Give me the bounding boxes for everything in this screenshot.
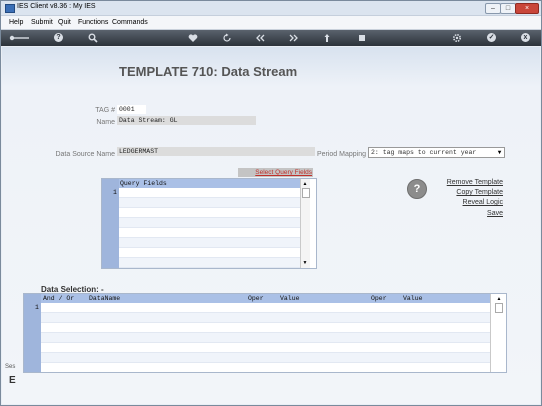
table-row[interactable] (119, 258, 300, 268)
rewind-icon[interactable] (255, 33, 265, 43)
query-scrollbar[interactable]: ▲ ▼ (300, 179, 310, 268)
settings-icon[interactable] (452, 33, 462, 43)
query-fields-grid: Query Fields 1 ▲ ▼ (101, 178, 317, 269)
tag-field[interactable]: 0001 (117, 105, 146, 114)
save-link[interactable]: Save (431, 210, 503, 217)
help-icon[interactable]: ? (54, 33, 63, 42)
table-row[interactable] (41, 313, 490, 323)
period-mapping-select[interactable]: 2: tag maps to current year ▼ (368, 147, 505, 158)
scroll-down-icon[interactable]: ▼ (301, 259, 309, 267)
menu-quit[interactable]: Quit (58, 19, 71, 26)
col-oper-2: Oper (371, 295, 387, 302)
col-and-or: And / Or (43, 295, 75, 302)
title-bar: IES Client v8.36 : My IES – □ × (1, 1, 541, 16)
name-field[interactable]: Data Stream: GL (117, 116, 256, 125)
menu-commands[interactable]: Commands (112, 19, 148, 26)
col-oper-1: Oper (248, 295, 264, 302)
upload-icon[interactable] (322, 33, 332, 43)
scroll-thumb[interactable] (495, 303, 503, 313)
scroll-up-icon[interactable]: ▲ (301, 180, 309, 188)
query-fields-header: Query Fields (119, 179, 301, 188)
check-icon[interactable]: ✓ (487, 33, 496, 42)
menu-bar: Help Submit Quit Functions Commands (1, 16, 541, 30)
col-value-2: Value (403, 295, 423, 302)
select-query-fields-bar: Select Query Fields (238, 168, 313, 177)
menu-help[interactable]: Help (9, 19, 23, 26)
toolbar: ? ✓ x (1, 30, 541, 46)
selection-row-number: 1 (35, 304, 39, 311)
scroll-thumb[interactable] (302, 188, 310, 198)
table-row[interactable] (41, 363, 490, 372)
copy-template-link[interactable]: Copy Template (431, 189, 503, 196)
remove-template-link[interactable]: Remove Template (431, 179, 503, 186)
table-row[interactable] (41, 353, 490, 363)
scroll-up-icon[interactable]: ▲ (495, 295, 503, 303)
sidebar-glyph: E (9, 375, 16, 386)
data-source-label: Data Source Name (55, 151, 115, 158)
table-row[interactable] (119, 238, 300, 248)
app-window: IES Client v8.36 : My IES – □ × Help Sub… (0, 0, 542, 406)
selection-scrollbar[interactable]: ▲ (490, 294, 506, 372)
search-icon[interactable] (88, 33, 98, 43)
app-icon (5, 4, 15, 13)
help-icon[interactable]: ? (407, 179, 427, 199)
maximize-button[interactable]: □ (500, 3, 516, 14)
window-title: IES Client v8.36 : My IES (17, 3, 96, 10)
menu-functions[interactable]: Functions (78, 19, 108, 26)
col-value-1: Value (280, 295, 300, 302)
table-row[interactable] (119, 228, 300, 238)
data-selection-grid: And / Or DataName Oper Value Oper Value … (23, 293, 507, 373)
table-row[interactable] (119, 248, 300, 258)
period-mapping-value: 2: tag maps to current year (371, 149, 477, 156)
selection-header: And / Or DataName Oper Value Oper Value (41, 294, 490, 303)
close-window-button[interactable]: × (515, 3, 539, 14)
table-row[interactable] (119, 208, 300, 218)
table-row[interactable] (119, 188, 300, 198)
back-arrow-icon[interactable] (9, 33, 31, 43)
refresh-icon[interactable] (222, 33, 232, 43)
page-title: TEMPLATE 710: Data Stream (119, 64, 298, 79)
col-dataname: DataName (89, 295, 121, 302)
heart-icon[interactable] (188, 33, 198, 43)
reveal-logic-link[interactable]: Reveal Logic (431, 199, 503, 206)
sidebar-text: Ses (5, 364, 16, 370)
fast-forward-icon[interactable] (289, 33, 299, 43)
table-row[interactable] (119, 218, 300, 228)
table-row[interactable] (41, 333, 490, 343)
stop-icon[interactable] (357, 33, 367, 43)
minimize-button[interactable]: – (485, 3, 501, 14)
menu-submit[interactable]: Submit (31, 19, 53, 26)
table-row[interactable] (41, 343, 490, 353)
name-label: Name (96, 119, 115, 126)
table-row[interactable] (41, 303, 490, 313)
table-row[interactable] (119, 198, 300, 208)
select-query-fields-link[interactable]: Select Query Fields (255, 168, 312, 177)
chevron-down-icon[interactable]: ▼ (496, 149, 503, 156)
close-icon[interactable]: x (521, 33, 530, 42)
table-row[interactable] (41, 323, 490, 333)
period-mapping-label: Period Mapping (316, 151, 366, 158)
tag-label: TAG # (95, 107, 115, 114)
query-row-number: 1 (113, 189, 117, 196)
data-source-field[interactable]: LEDGERMAST (117, 147, 315, 156)
